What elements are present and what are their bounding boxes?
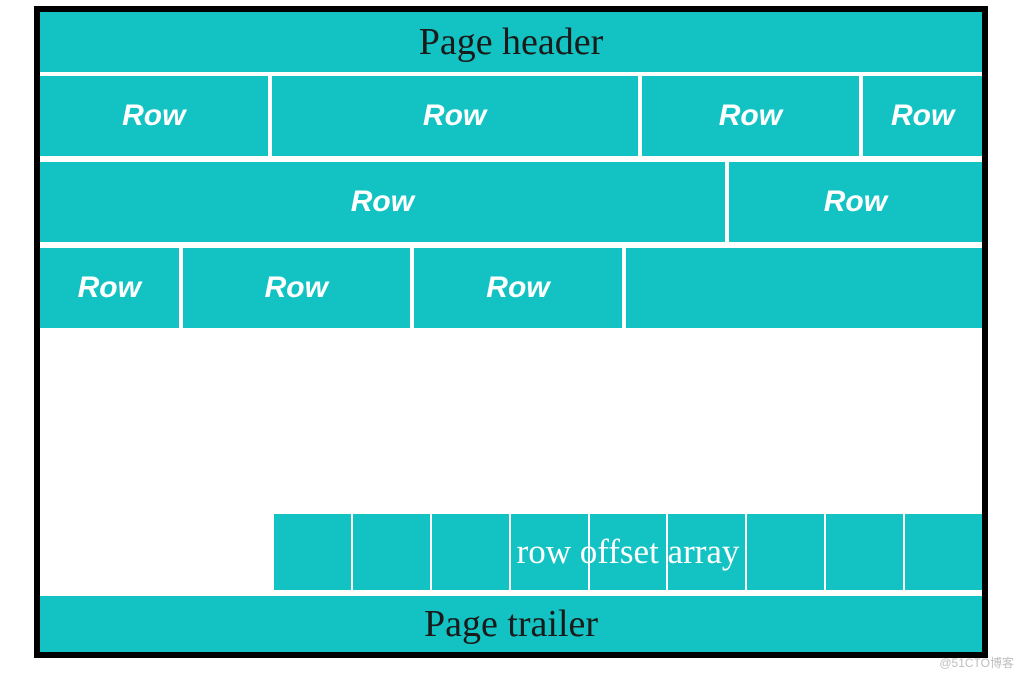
row-line-2: Row Row — [40, 162, 982, 242]
row-label: Row — [351, 185, 414, 219]
row-label: Row — [122, 99, 185, 133]
offset-cell — [353, 514, 430, 590]
offset-cell — [511, 514, 588, 590]
row-cell: Row — [642, 76, 860, 156]
row-label: Row — [78, 271, 141, 305]
offset-cell — [905, 514, 982, 590]
offset-cell — [274, 514, 351, 590]
page-header: Page header — [40, 12, 982, 72]
row-label: Row — [265, 271, 328, 305]
offset-cell — [747, 514, 824, 590]
page-trailer-label: Page trailer — [424, 602, 598, 646]
offset-cell — [668, 514, 745, 590]
row-cell: Row — [414, 248, 622, 328]
row-label: Row — [719, 99, 782, 133]
free-space — [40, 334, 982, 514]
offset-cell — [590, 514, 667, 590]
row-offset-array: row offset array — [40, 514, 982, 590]
page-trailer: Page trailer — [40, 596, 982, 652]
row-label: Row — [824, 185, 887, 219]
offset-cell — [432, 514, 509, 590]
offset-grid: row offset array — [274, 514, 982, 590]
row-label: Row — [891, 99, 954, 133]
page-header-label: Page header — [419, 20, 604, 64]
row-label: Row — [486, 271, 549, 305]
watermark: @51CTO博客 — [939, 654, 1014, 671]
row-cell: Row — [863, 76, 982, 156]
offset-padding — [40, 514, 274, 590]
row-free-space — [626, 248, 982, 328]
row-cell: Row — [40, 76, 268, 156]
offset-cell — [826, 514, 903, 590]
row-line-3: Row Row Row — [40, 248, 982, 328]
row-cell: Row — [40, 248, 179, 328]
row-label: Row — [423, 99, 486, 133]
row-cell: Row — [40, 162, 725, 242]
page-frame: Page header Row Row Row Row Row Row Row … — [34, 6, 988, 658]
row-cell: Row — [729, 162, 982, 242]
row-cell: Row — [183, 248, 411, 328]
row-line-1: Row Row Row Row — [40, 76, 982, 156]
row-cell: Row — [272, 76, 638, 156]
